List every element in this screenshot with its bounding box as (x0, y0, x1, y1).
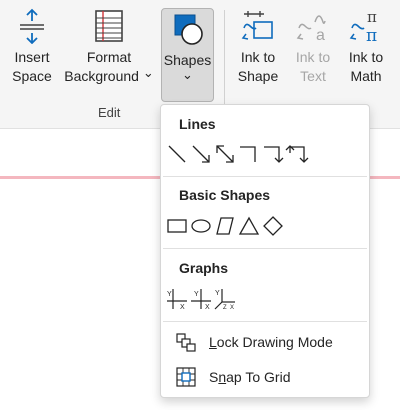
graph-xy-cross-icon[interactable]: Y X (189, 287, 213, 311)
graph-xy-icon[interactable]: Y X (165, 287, 189, 311)
elbow-arrow-connector-icon[interactable] (261, 142, 285, 166)
lock-drawing-mode-icon (176, 333, 196, 352)
graph-x-label: X (205, 304, 210, 311)
ink-to-text-label-1: Ink to (295, 49, 331, 65)
insert-space-button[interactable]: Insert Space (6, 8, 58, 86)
chevron-down-icon: ⌄ (182, 67, 193, 82)
shapes-dropdown-menu: Lines Basic Shapes Graphs Y X Y X Y Z X … (160, 104, 370, 398)
ink-to-shape-button[interactable]: Ink to Shape (233, 8, 283, 86)
shapes-button[interactable]: Shapes ⌄ (161, 8, 214, 102)
snap-to-grid-item[interactable]: Snap To Grid (175, 364, 290, 390)
menu-separator (163, 176, 367, 177)
ellipse-icon[interactable] (189, 214, 213, 238)
svg-text:a: a (316, 27, 325, 44)
ink-to-math-label-2: Math (350, 68, 382, 84)
format-background-icon (95, 10, 123, 42)
snap-to-grid-label: ap To Grid (226, 369, 291, 385)
snap-to-grid-label-prefix: S (209, 369, 219, 385)
line-icon[interactable] (165, 142, 189, 166)
menu-separator (163, 248, 367, 249)
ribbon-separator (224, 10, 225, 118)
rectangle-icon[interactable] (165, 214, 189, 238)
lock-drawing-mode-item[interactable]: Lock Drawing Mode (175, 329, 333, 355)
format-background-label-1: Format (86, 49, 132, 65)
double-arrow-line-icon[interactable] (213, 142, 237, 166)
graph-y-label: Y (167, 291, 172, 298)
lock-drawing-mode-label: ock Drawing Mode (216, 334, 333, 350)
diamond-icon[interactable] (261, 214, 285, 238)
basic-shapes-section-title: Basic Shapes (179, 187, 271, 203)
parallelogram-icon[interactable] (213, 214, 237, 238)
shapes-icon (174, 14, 203, 45)
ink-to-shape-label-2: Shape (237, 68, 279, 84)
graph-z-label: Z (223, 305, 227, 311)
graph-xyz-icon[interactable]: Y Z X (213, 287, 237, 311)
lock-drawing-mode-accesskey: L (209, 334, 217, 350)
ink-to-shape-label-1: Ink to (240, 49, 276, 65)
elbow-connector-icon[interactable] (237, 142, 261, 166)
basic-shapes-row (165, 213, 285, 239)
elbow-double-arrow-connector-icon[interactable] (285, 142, 309, 166)
ink-to-text-icon: a (296, 15, 326, 44)
ink-to-math-button[interactable]: π π Ink to Math (342, 8, 390, 86)
chevron-down-icon: ⌄ (142, 65, 154, 80)
triangle-icon[interactable] (237, 214, 261, 238)
arrow-line-icon[interactable] (189, 142, 213, 166)
format-background-label-2: Background (64, 68, 139, 84)
snap-to-grid-icon (176, 367, 196, 387)
graph-x-label: X (230, 305, 234, 311)
format-background-button[interactable]: Format Background ⌄ (62, 8, 156, 86)
snap-to-grid-accesskey: n (218, 369, 227, 385)
graph-y-label: Y (215, 290, 220, 297)
svg-text:π: π (367, 8, 377, 26)
graph-y-label: Y (194, 291, 199, 298)
ink-to-text-button[interactable]: a Ink to Text (289, 8, 337, 86)
insert-space-label-2: Space (12, 68, 52, 84)
graphs-section-title: Graphs (179, 260, 229, 276)
ink-to-math-icon: π π (349, 8, 377, 44)
ink-to-text-label-2: Text (300, 68, 326, 84)
lines-row (165, 141, 309, 167)
svg-text:π: π (366, 26, 377, 44)
ink-to-math-label-1: Ink to (348, 49, 384, 65)
lines-section-title: Lines (179, 116, 216, 132)
menu-separator (163, 321, 367, 322)
group-label-edit: Edit (98, 105, 121, 120)
insert-space-label-1: Insert (14, 49, 50, 65)
ink-to-shape-icon (241, 11, 273, 40)
graphs-row: Y X Y X Y Z X (165, 286, 237, 312)
graph-x-label: X (180, 304, 185, 311)
insert-space-icon (20, 8, 44, 44)
